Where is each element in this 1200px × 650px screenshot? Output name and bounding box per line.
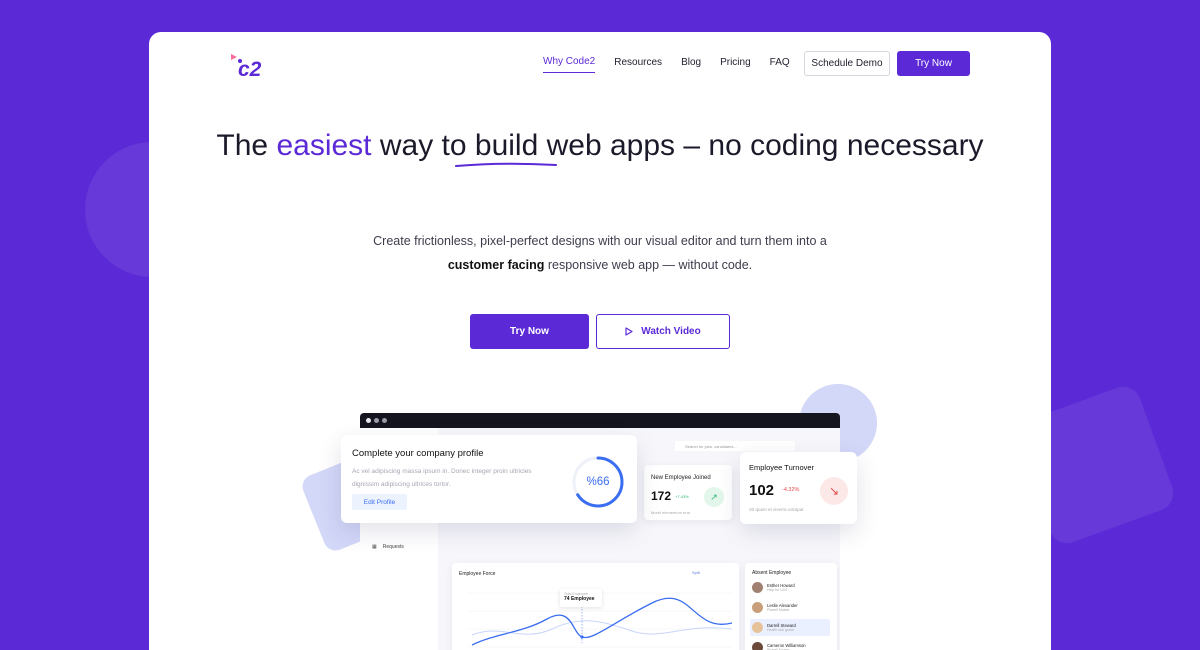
new-employee-title: New Employee Joined xyxy=(651,475,711,481)
hero-headline: The easiest way to build web apps – no c… xyxy=(149,124,1051,168)
window-dot xyxy=(374,418,379,423)
code2-logo[interactable]: c2 xyxy=(229,50,279,80)
requests-icon: ▦ xyxy=(372,544,377,550)
new-employee-sub: Morbi elementum erat xyxy=(651,510,690,515)
window-dot xyxy=(366,418,371,423)
schedule-demo-button[interactable]: Schedule Demo xyxy=(804,51,890,76)
headline-pre: The xyxy=(216,129,277,162)
new-employee-card: New Employee Joined 172 +7.43% Morbi ele… xyxy=(644,465,732,520)
avatar xyxy=(752,642,763,650)
mockup-window-bar xyxy=(360,413,840,428)
avatar xyxy=(752,622,763,633)
employee-turnover-card: Employee Turnover 102 -4.32% Sit quam et… xyxy=(740,452,857,524)
nav-link-blog[interactable]: Blog xyxy=(681,51,701,75)
subtitle-pre: Create frictionless, pixel-perfect desig… xyxy=(373,234,827,248)
person-name: Leslie Alexander xyxy=(767,602,798,608)
new-employee-delta: +7.43% xyxy=(675,494,689,499)
complete-profile-card: Complete your company profile Ac vel adi… xyxy=(341,435,637,523)
avatar xyxy=(752,602,763,613)
person-name: Esther Howard xyxy=(767,582,795,588)
top-navigation: c2 Why Code2 Resources Blog Pricing FAQ … xyxy=(149,32,1051,94)
watch-video-button[interactable]: Watch Video xyxy=(596,314,730,349)
sidebar-item-label: Requests xyxy=(382,544,404,550)
highlight-underline xyxy=(455,162,557,167)
nav-links: Why Code2 Resources Blog Pricing FAQ xyxy=(543,51,809,75)
list-item[interactable]: Darrell Steward Health sick grade xyxy=(750,619,830,636)
tooltip-value: 74 Employee xyxy=(564,596,595,602)
person-name: Darrell Steward xyxy=(767,622,796,628)
nav-link-why-code2[interactable]: Why Code2 xyxy=(543,54,596,73)
subtitle-bold: customer facing xyxy=(447,258,545,272)
avatar xyxy=(752,582,763,593)
trend-down-icon: ↘ xyxy=(820,477,848,505)
subtitle-post: responsive web app — without code. xyxy=(544,258,753,272)
turnover-title: Employee Turnover xyxy=(749,463,815,472)
list-item[interactable]: Cameron Williamson Pharell Master xyxy=(750,639,830,650)
window-dot xyxy=(382,418,387,423)
new-employee-value: 172 xyxy=(651,489,672,503)
play-icon xyxy=(625,327,633,336)
absent-title: Absent Employee xyxy=(752,570,792,576)
hero-subtitle: Create frictionless, pixel-perfect desig… xyxy=(349,229,851,277)
headline-post: way to build web apps – no coding necess… xyxy=(371,129,984,162)
watch-video-label: Watch Video xyxy=(641,326,701,337)
person-role: Health sick grade xyxy=(767,627,795,632)
logo-text: c2 xyxy=(238,58,262,80)
person-name: Cameron Williamson xyxy=(767,642,806,648)
turnover-value: 102 xyxy=(749,482,775,499)
hero-try-now-button[interactable]: Try Now xyxy=(470,314,589,349)
turnover-sub: Sit quam et viverra volutpat xyxy=(749,507,804,512)
person-role: Help for UX4 xyxy=(767,587,788,592)
list-item[interactable]: Esther Howard Help for UX4 xyxy=(750,579,830,596)
list-item[interactable]: Leslie Alexander Pharell Master xyxy=(750,599,830,616)
profile-card-title: Complete your company profile xyxy=(352,448,484,459)
person-role: Pharell Master xyxy=(767,607,790,612)
sidebar-item-requests[interactable]: ▦ Requests xyxy=(372,544,404,550)
edit-profile-button[interactable]: Edit Profile xyxy=(352,494,407,510)
trend-up-icon: ↗ xyxy=(704,487,724,507)
nav-try-now-button[interactable]: Try Now xyxy=(897,51,970,76)
mockup-search-input[interactable]: Search for jobs, candidates... xyxy=(675,441,795,451)
absent-employee-card: Absent Employee Esther Howard Help for UX… xyxy=(745,563,837,650)
nav-link-faq[interactable]: FAQ xyxy=(770,51,790,75)
headline-highlight: easiest xyxy=(276,129,372,162)
chart-tooltip: Total Employee 74 Employee xyxy=(560,589,602,607)
turnover-delta: -4.32% xyxy=(782,487,800,493)
profile-card-text: Ac vel adipiscing massa ipsum in. Donec … xyxy=(352,468,532,488)
nav-link-resources[interactable]: Resources xyxy=(614,51,662,75)
profile-progress-value: %66 xyxy=(586,476,610,488)
nav-link-pricing[interactable]: Pricing xyxy=(720,51,751,75)
landing-page-card: c2 Why Code2 Resources Blog Pricing FAQ … xyxy=(149,32,1051,650)
employee-force-chart: Employee Force Split Total Employee 74 E… xyxy=(452,563,739,650)
